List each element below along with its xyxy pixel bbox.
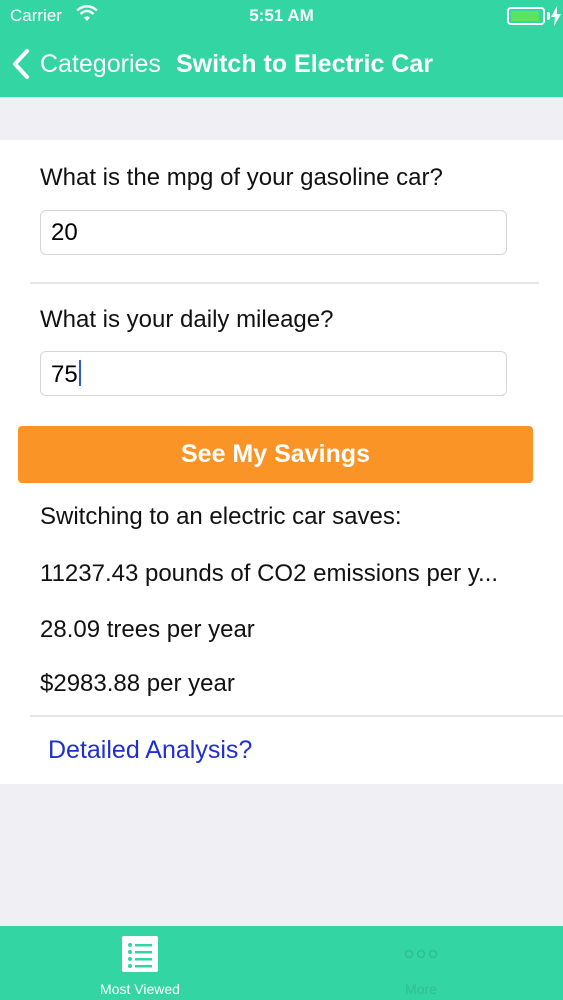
nav-bar: Categories Switch to Electric Car <box>0 32 563 97</box>
see-my-savings-button[interactable]: See My Savings <box>18 426 533 483</box>
mpg-question: What is the mpg of your gasoline car? <box>40 164 443 191</box>
divider <box>30 282 539 284</box>
mileage-input[interactable]: 75 <box>40 351 507 396</box>
divider <box>30 715 563 717</box>
tab-label: More <box>405 981 437 997</box>
mpg-input-value: 20 <box>51 219 78 246</box>
page-title: Switch to Electric Car <box>176 50 434 78</box>
mileage-question: What is your daily mileage? <box>40 306 334 333</box>
results-heading: Switching to an electric car saves: <box>40 503 402 530</box>
co2-savings: 11237.43 pounds of CO2 emissions per y..… <box>40 560 499 587</box>
tab-most-viewed[interactable]: Most Viewed <box>50 926 230 1000</box>
text-cursor <box>78 360 81 386</box>
battery-icon <box>507 7 545 25</box>
money-savings: $2983.88 per year <box>40 670 235 697</box>
mileage-input-value: 75 <box>51 361 78 388</box>
back-button[interactable]: Categories <box>10 46 161 82</box>
trees-savings: 28.09 trees per year <box>40 616 255 643</box>
tab-label: Most Viewed <box>100 981 180 997</box>
status-time: 5:51 AM <box>249 6 314 25</box>
detailed-analysis-link[interactable]: Detailed Analysis? <box>48 736 252 765</box>
charging-icon <box>551 6 561 26</box>
calculator-card: What is the mpg of your gasoline car? 20… <box>0 140 563 784</box>
status-bar: Carrier 5:51 AM <box>0 0 563 32</box>
list-icon <box>122 936 158 972</box>
tab-bar: Most Viewed More <box>0 926 563 1000</box>
back-label: Categories <box>40 49 161 78</box>
tab-more[interactable]: More <box>331 926 511 1000</box>
header: Carrier 5:51 AM Categories Switch to Ele… <box>0 0 563 97</box>
mpg-input[interactable]: 20 <box>40 210 507 255</box>
more-icon <box>404 949 438 959</box>
chevron-left-icon <box>13 49 29 79</box>
